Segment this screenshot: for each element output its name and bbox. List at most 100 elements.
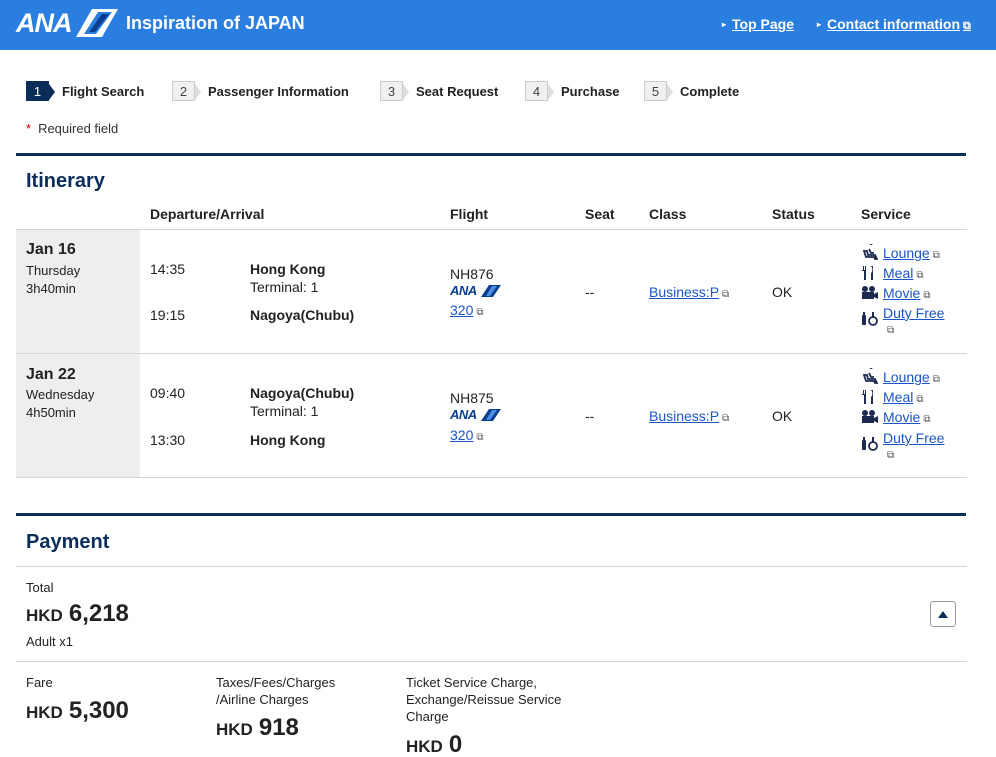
external-link-icon[interactable]: ⧉ (887, 325, 894, 336)
logo-stripe-icon (481, 409, 501, 421)
departure-terminal: Terminal: 1 (250, 403, 319, 419)
payment-divider (16, 661, 967, 662)
payment-title: Payment (26, 531, 110, 553)
duty-free-link[interactable]: Duty Free (883, 430, 944, 446)
lounge-icon (862, 368, 878, 384)
departure-city: Hong Kong (250, 261, 326, 277)
segment-weekday: Thursday (26, 263, 81, 278)
logo-stripe-icon (76, 9, 118, 37)
seat-value: -- (585, 284, 595, 300)
segment-date: Jan 16 (26, 241, 76, 258)
duty-free-label: Duty Free (883, 430, 945, 446)
total-currency: HKD (26, 606, 63, 625)
flight-number: NH875 (450, 390, 494, 406)
external-link-icon: ⧉ (932, 374, 940, 385)
external-link-icon[interactable]: ⧉ (887, 450, 894, 461)
lounge-label: Lounge (883, 369, 930, 385)
meal-icon (862, 390, 873, 404)
step-label: Flight Search (62, 83, 145, 99)
aircraft-type: 320 (450, 302, 474, 318)
step-label: Passenger Information (208, 83, 349, 99)
duty-free-link[interactable]: Duty Free (883, 305, 944, 321)
external-link-icon: ⧉ (916, 270, 924, 281)
departure-terminal: Terminal: 1 (250, 279, 319, 295)
movie-label: Movie (883, 409, 921, 425)
meal-label: Meal (883, 265, 914, 281)
meal-link[interactable]: Meal ⧉ (883, 265, 924, 281)
required-star: * (26, 121, 32, 136)
lounge-icon (862, 244, 878, 260)
arrival-city: Nagoya(Chubu) (250, 307, 355, 323)
taxes-label-line2: /Airline Charges (216, 692, 309, 707)
carrier-logo-text: ANA (450, 407, 477, 422)
movie-link[interactable]: Movie ⧉ (883, 285, 931, 301)
service-amount: 0 (448, 731, 463, 757)
carrier-logo: ANA (450, 407, 502, 422)
external-link-icon: ⧉ (722, 413, 730, 424)
external-link-icon: ⧉ (923, 414, 931, 425)
segment-date: Jan 22 (26, 366, 76, 383)
step-number: 1 (26, 81, 55, 101)
aircraft-link[interactable]: 320 ⧉ (450, 427, 484, 443)
itinerary-title: Itinerary (26, 170, 105, 192)
aircraft-link[interactable]: 320 ⧉ (450, 302, 484, 318)
class-link[interactable]: Business:P ⧉ (649, 284, 729, 300)
service-currency: HKD (406, 737, 443, 756)
duty-free-icon (862, 312, 878, 326)
triangle-right-icon: ▸ (817, 20, 822, 29)
taxes-label-line1: Taxes/Fees/Charges (216, 675, 336, 690)
passenger-count: Adult x1 (26, 634, 73, 649)
departure-time: 09:40 (150, 385, 186, 401)
table-divider (16, 229, 967, 230)
step-label: Complete (680, 83, 740, 99)
contact-information-link[interactable]: ▸ Contact information ⧉ (817, 16, 971, 33)
fare-price: HKD 5,300 (26, 697, 129, 725)
table-divider (16, 477, 967, 478)
flight-number: NH876 (450, 266, 494, 282)
carrier-logo: ANA (450, 283, 502, 298)
site-tagline: Inspiration of JAPAN (126, 13, 305, 33)
header-departure-arrival: Departure/Arrival (150, 206, 265, 222)
lounge-link[interactable]: Lounge ⧉ (883, 245, 940, 261)
arrival-city: Hong Kong (250, 432, 326, 448)
departure-time: 14:35 (150, 261, 186, 277)
segment-duration: 4h50min (26, 405, 76, 420)
seat-value: -- (585, 408, 595, 424)
segment-weekday: Wednesday (26, 387, 95, 402)
departure-city: Nagoya(Chubu) (250, 385, 355, 401)
step-passenger-information: 2 Passenger Information (172, 81, 349, 101)
service-charge-label-line2: Exchange/Reissue Service (406, 692, 562, 707)
table-divider (16, 353, 967, 354)
meal-link[interactable]: Meal ⧉ (883, 389, 924, 405)
taxes-amount: 918 (258, 714, 299, 741)
lounge-link[interactable]: Lounge ⧉ (883, 369, 940, 385)
status-value: OK (772, 284, 793, 300)
arrival-time: 13:30 (150, 432, 186, 448)
section-divider (16, 513, 966, 516)
step-label: Seat Request (416, 83, 499, 99)
ana-logo[interactable]: ANA (16, 9, 118, 37)
collapse-toggle-button[interactable] (930, 601, 956, 627)
step-purchase: 4 Purchase (525, 81, 620, 101)
header-flight: Flight (450, 206, 489, 222)
movie-link[interactable]: Movie ⧉ (883, 409, 931, 425)
step-number: 3 (380, 81, 409, 101)
service-charge-price: HKD 0 (406, 731, 462, 757)
step-flight-search: 1 Flight Search (26, 81, 144, 101)
movie-icon (862, 286, 878, 299)
aircraft-type: 320 (450, 427, 474, 443)
top-page-label: Top Page (732, 16, 794, 32)
top-page-link[interactable]: ▸ Top Page (722, 16, 794, 32)
external-link-icon: ⧉ (916, 394, 924, 405)
segment-duration: 3h40min (26, 281, 76, 296)
service-charge-label-line1: Ticket Service Charge, (406, 675, 538, 690)
external-link-icon: ⧉ (932, 250, 940, 261)
contact-label: Contact information (827, 16, 961, 32)
logo-stripe-icon (481, 285, 501, 297)
step-seat-request: 3 Seat Request (380, 81, 498, 101)
class-link[interactable]: Business:P ⧉ (649, 408, 729, 424)
required-field-note: * Required field (26, 121, 118, 136)
external-link-icon: ⧉ (722, 289, 730, 300)
step-number: 5 (644, 81, 673, 101)
payment-divider (16, 566, 967, 567)
